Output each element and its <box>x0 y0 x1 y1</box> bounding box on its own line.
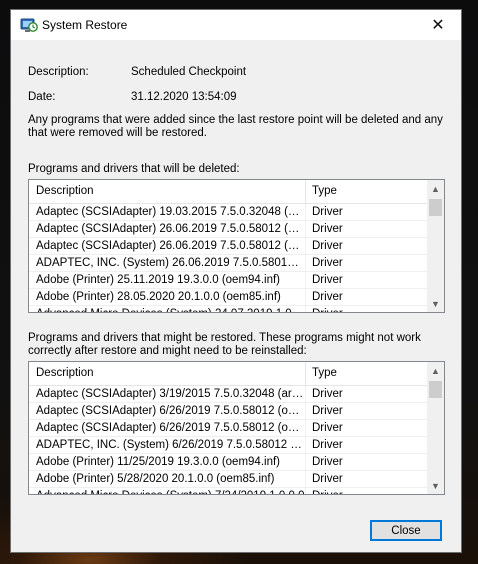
scroll-down-icon[interactable]: ▼ <box>427 477 444 494</box>
list-item[interactable]: Adobe (Printer) 5/28/2020 20.1.0.0 (oem8… <box>29 471 427 488</box>
restore-notice: Any programs that were added since the l… <box>28 114 443 139</box>
item-description: Adobe (Printer) 28.05.2020 20.1.0.0 (oem… <box>29 289 306 306</box>
item-type: Driver <box>306 488 427 494</box>
column-header-description[interactable]: Description <box>29 180 306 203</box>
list-item[interactable]: Advanced Micro Devices (System) 24.07.20… <box>29 306 427 312</box>
item-description: Adaptec (SCSIAdapter) 19.03.2015 7.5.0.3… <box>29 204 306 221</box>
column-header-description[interactable]: Description <box>29 362 306 385</box>
scroll-down-icon[interactable]: ▼ <box>427 295 444 312</box>
window-title: System Restore <box>42 18 128 32</box>
scrollbar-thumb[interactable] <box>429 381 442 398</box>
item-type: Driver <box>306 454 427 471</box>
item-description: Advanced Micro Devices (System) 7/24/201… <box>29 488 306 494</box>
list-item[interactable]: Advanced Micro Devices (System) 7/24/201… <box>29 488 427 494</box>
item-type: Driver <box>306 306 427 312</box>
title-bar[interactable]: System Restore ✕ <box>11 10 461 40</box>
close-window-button[interactable]: ✕ <box>415 10 461 40</box>
list-item[interactable]: Adaptec (SCSIAdapter) 6/26/2019 7.5.0.58… <box>29 403 427 420</box>
list-item[interactable]: Adaptec (SCSIAdapter) 26.06.2019 7.5.0.5… <box>29 221 427 238</box>
list-item[interactable]: Adobe (Printer) 28.05.2020 20.1.0.0 (oem… <box>29 289 427 306</box>
list-item[interactable]: Adaptec (SCSIAdapter) 3/19/2015 7.5.0.32… <box>29 386 427 403</box>
item-description: Adaptec (SCSIAdapter) 26.06.2019 7.5.0.5… <box>29 221 306 238</box>
list-item[interactable]: Adaptec (SCSIAdapter) 19.03.2015 7.5.0.3… <box>29 204 427 221</box>
list-header: Description Type <box>29 180 427 204</box>
item-description: Adaptec (SCSIAdapter) 6/26/2019 7.5.0.58… <box>29 420 306 437</box>
date-value: 31.12.2020 13:54:09 <box>131 91 237 103</box>
item-type: Driver <box>306 403 427 420</box>
item-description: Adaptec (SCSIAdapter) 3/19/2015 7.5.0.32… <box>29 386 306 403</box>
item-description: Adobe (Printer) 11/25/2019 19.3.0.0 (oem… <box>29 454 306 471</box>
vertical-scrollbar[interactable]: ▲ ▼ <box>427 180 444 312</box>
item-type: Driver <box>306 204 427 221</box>
scroll-up-icon[interactable]: ▲ <box>427 180 444 197</box>
restored-heading: Programs and drivers that might be resto… <box>28 332 421 357</box>
deleted-programs-list[interactable]: Description Type Adaptec (SCSIAdapter) 1… <box>28 179 445 313</box>
list-item[interactable]: Adaptec (SCSIAdapter) 26.06.2019 7.5.0.5… <box>29 238 427 255</box>
list-header: Description Type <box>29 362 427 386</box>
item-type: Driver <box>306 386 427 403</box>
item-type: Driver <box>306 255 427 272</box>
description-label: Description: <box>28 66 89 78</box>
item-type: Driver <box>306 289 427 306</box>
scrollbar-thumb[interactable] <box>429 199 442 216</box>
list-item[interactable]: ADAPTEC, INC. (System) 26.06.2019 7.5.0.… <box>29 255 427 272</box>
vertical-scrollbar[interactable]: ▲ ▼ <box>427 362 444 494</box>
column-header-type[interactable]: Type <box>306 362 427 385</box>
item-type: Driver <box>306 420 427 437</box>
date-label: Date: <box>28 91 56 103</box>
list-rows: Adaptec (SCSIAdapter) 19.03.2015 7.5.0.3… <box>29 204 427 312</box>
list-item[interactable]: Adaptec (SCSIAdapter) 6/26/2019 7.5.0.58… <box>29 420 427 437</box>
item-description: Advanced Micro Devices (System) 24.07.20… <box>29 306 306 312</box>
deleted-heading: Programs and drivers that will be delete… <box>28 163 240 175</box>
restored-programs-list[interactable]: Description Type Adaptec (SCSIAdapter) 3… <box>28 361 445 495</box>
item-type: Driver <box>306 471 427 488</box>
description-value: Scheduled Checkpoint <box>131 66 247 78</box>
scroll-up-icon[interactable]: ▲ <box>427 362 444 379</box>
close-button[interactable]: Close <box>370 520 442 541</box>
close-icon: ✕ <box>431 17 445 34</box>
item-type: Driver <box>306 221 427 238</box>
item-description: Adaptec (SCSIAdapter) 6/26/2019 7.5.0.58… <box>29 403 306 420</box>
system-restore-dialog: System Restore ✕ Description: Scheduled … <box>10 9 462 553</box>
item-description: Adaptec (SCSIAdapter) 26.06.2019 7.5.0.5… <box>29 238 306 255</box>
item-type: Driver <box>306 238 427 255</box>
item-description: ADAPTEC, INC. (System) 6/26/2019 7.5.0.5… <box>29 437 306 454</box>
list-item[interactable]: Adobe (Printer) 11/25/2019 19.3.0.0 (oem… <box>29 454 427 471</box>
item-description: Adobe (Printer) 25.11.2019 19.3.0.0 (oem… <box>29 272 306 289</box>
list-rows: Adaptec (SCSIAdapter) 3/19/2015 7.5.0.32… <box>29 386 427 494</box>
item-description: ADAPTEC, INC. (System) 26.06.2019 7.5.0.… <box>29 255 306 272</box>
list-item[interactable]: Adobe (Printer) 25.11.2019 19.3.0.0 (oem… <box>29 272 427 289</box>
list-item[interactable]: ADAPTEC, INC. (System) 6/26/2019 7.5.0.5… <box>29 437 427 454</box>
system-restore-icon <box>20 16 38 34</box>
column-header-type[interactable]: Type <box>306 180 427 203</box>
item-type: Driver <box>306 437 427 454</box>
item-description: Adobe (Printer) 5/28/2020 20.1.0.0 (oem8… <box>29 471 306 488</box>
item-type: Driver <box>306 272 427 289</box>
